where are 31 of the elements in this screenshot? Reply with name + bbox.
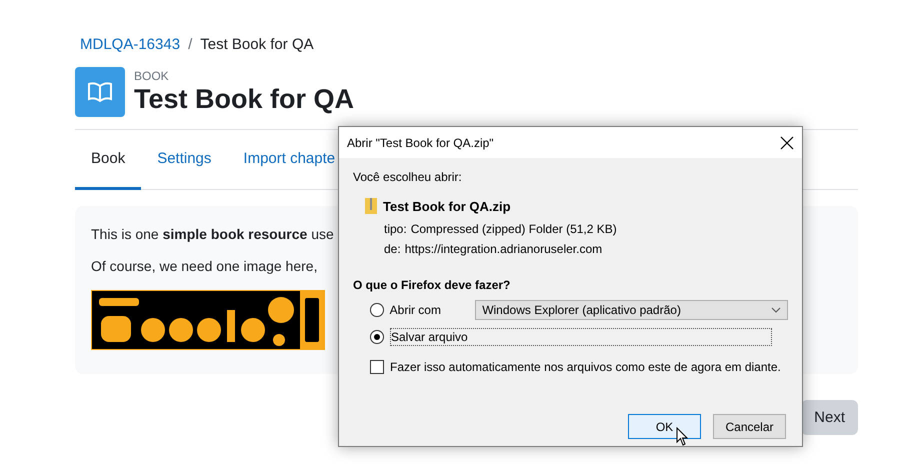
close-icon[interactable] [780, 136, 794, 150]
question-text: O que o Firefox deve fazer? [353, 278, 512, 292]
radio-button[interactable] [370, 330, 384, 344]
detail-label: tipo: [384, 222, 407, 236]
option-label[interactable]: Abrir com [390, 303, 470, 317]
detail-value: https://integration.adrianoruseler.com [404, 242, 602, 256]
paragraph: This is one simple book resource use [91, 226, 334, 242]
dialog-title: Abrir "Test Book for QA.zip" [347, 136, 494, 150]
intro-text: Você escolheu abrir: [353, 170, 463, 184]
checkbox-label[interactable]: Fazer isso automaticamente nos arquivos como este de agora em diante. [390, 360, 781, 374]
tab[interactable]: Settings [141, 130, 228, 190]
cancel-button[interactable]: Cancelar [713, 414, 786, 439]
page-title: Test Book for QA [134, 83, 354, 115]
breadcrumb-current: Test Book for QA [200, 36, 314, 53]
breadcrumb-link[interactable]: MDLQA-16343 [80, 36, 180, 53]
application-dropdown[interactable]: Windows Explorer (aplicativo padrão) [475, 300, 788, 320]
book-icon [75, 67, 125, 117]
detail-value: Compressed (zipped) Folder (51,2 KB) [410, 222, 617, 236]
cursor-icon [676, 427, 688, 446]
zip-folder-icon [365, 198, 377, 214]
chevron-down-icon [771, 307, 781, 313]
radio-button[interactable] [370, 303, 384, 317]
file-name: Test Book for QA.zip [383, 198, 511, 214]
next-button[interactable]: Next [801, 400, 858, 435]
breadcrumb-separator: / [188, 36, 192, 53]
module-type: BOOK [134, 69, 170, 83]
detail-label: de: [384, 242, 401, 256]
option-label[interactable]: Salvar arquivo [390, 328, 772, 346]
paragraph: Of course, we need one image here, [91, 258, 318, 274]
checkbox[interactable] [370, 360, 384, 374]
tab[interactable]: Book [75, 130, 142, 190]
